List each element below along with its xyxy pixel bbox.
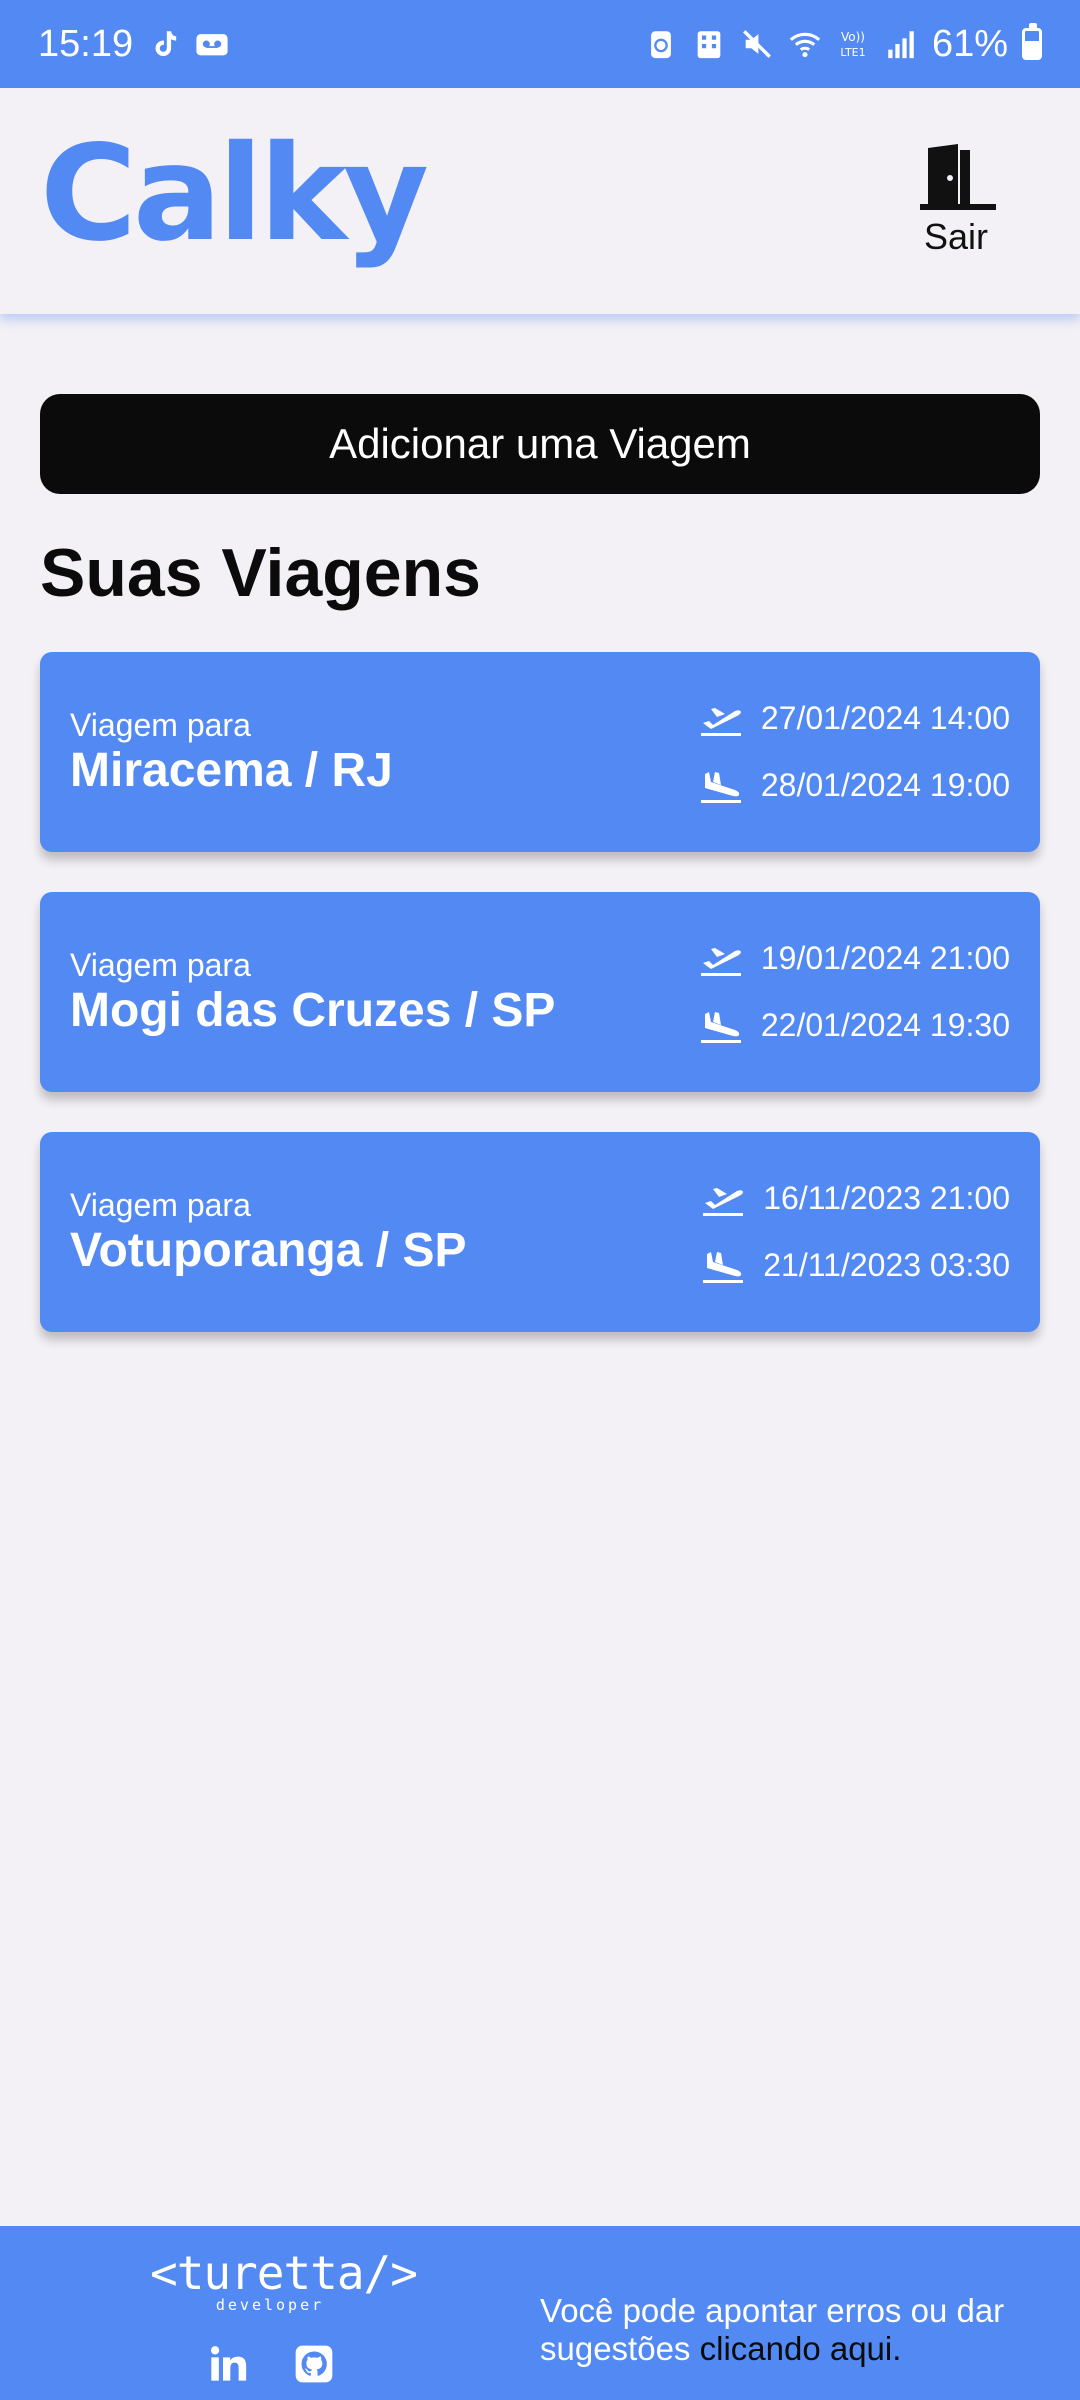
arrival-row: 28/01/2024 19:00 bbox=[699, 767, 1010, 804]
trip-card[interactable]: Viagem para Votuporanga / SP 16/11/2023 … bbox=[40, 1132, 1040, 1332]
departure-row: 16/11/2023 21:00 bbox=[701, 1180, 1010, 1217]
arrival-datetime: 21/11/2023 03:30 bbox=[763, 1247, 1010, 1283]
social-links bbox=[208, 2344, 334, 2384]
section-title: Suas Viagens bbox=[40, 535, 481, 611]
eco-icon bbox=[644, 27, 678, 61]
departure-row: 27/01/2024 14:00 bbox=[699, 700, 1010, 737]
departure-datetime: 16/11/2023 21:00 bbox=[763, 1180, 1010, 1216]
trip-destination: Votuporanga / SP bbox=[70, 1223, 467, 1277]
developer-brand: <turetta/> developer bbox=[150, 2246, 418, 2314]
wifi-icon bbox=[788, 27, 822, 61]
trip-info: Viagem para Mogi das Cruzes / SP bbox=[70, 892, 610, 1092]
plane-departure-icon bbox=[703, 1187, 744, 1216]
trip-card[interactable]: Viagem para Miracema / RJ 27/01/2024 14:… bbox=[40, 652, 1040, 852]
logout-button[interactable]: Sair bbox=[906, 144, 1006, 258]
battery-percent: 61% bbox=[931, 22, 1008, 65]
departure-datetime: 19/01/2024 21:00 bbox=[760, 940, 1010, 976]
signal-icon bbox=[884, 27, 918, 61]
logout-label: Sair bbox=[923, 216, 989, 257]
trip-info: Viagem para Miracema / RJ bbox=[70, 652, 610, 852]
plane-departure-icon bbox=[700, 707, 741, 736]
volte-icon: Vo)) LTE1 bbox=[836, 27, 870, 61]
trip-label: Viagem para bbox=[70, 946, 251, 983]
trip-dates: 16/11/2023 21:00 21/11/2023 03:30 bbox=[701, 1132, 1010, 1332]
app-header: Calky Sair bbox=[0, 88, 1080, 314]
plane-arrival-icon bbox=[700, 1011, 741, 1043]
arrival-datetime: 22/01/2024 19:30 bbox=[760, 1007, 1010, 1043]
svg-text:Vo)): Vo)) bbox=[841, 30, 865, 44]
arrival-datetime: 28/01/2024 19:00 bbox=[760, 767, 1010, 803]
github-icon[interactable] bbox=[294, 2344, 334, 2384]
status-bar-right: Vo)) LTE1 61% bbox=[644, 23, 1042, 66]
app-logo: Calky bbox=[40, 117, 429, 271]
battery-icon bbox=[1022, 23, 1042, 60]
mute-icon bbox=[740, 27, 774, 61]
plane-arrival-icon bbox=[700, 771, 741, 803]
tiktok-icon bbox=[147, 27, 181, 61]
arrival-row: 22/01/2024 19:30 bbox=[699, 1007, 1010, 1044]
departure-datetime: 27/01/2024 14:00 bbox=[760, 700, 1010, 736]
building-icon bbox=[692, 27, 726, 61]
trip-card[interactable]: Viagem para Mogi das Cruzes / SP 19/01/2… bbox=[40, 892, 1040, 1092]
trip-destination: Mogi das Cruzes / SP bbox=[70, 983, 556, 1037]
status-time: 15:19 bbox=[38, 22, 134, 65]
plane-arrival-icon bbox=[703, 1251, 744, 1283]
trip-dates: 27/01/2024 14:00 28/01/2024 19:00 bbox=[699, 652, 1010, 852]
svg-text:LTE1: LTE1 bbox=[840, 46, 865, 59]
feedback-link[interactable]: clicando aqui. bbox=[700, 2330, 902, 2367]
brand-name: <turetta/> bbox=[150, 2246, 418, 2300]
plane-departure-icon bbox=[700, 947, 741, 976]
door-icon bbox=[920, 144, 996, 210]
footer: <turetta/> developer Você pode apontar e… bbox=[0, 2226, 1080, 2400]
trip-dates: 19/01/2024 21:00 22/01/2024 19:30 bbox=[699, 892, 1010, 1092]
feedback-text: Você pode apontar erros ou dar sugestões… bbox=[540, 2292, 1060, 2369]
trip-label: Viagem para bbox=[70, 1186, 251, 1223]
trip-info: Viagem para Votuporanga / SP bbox=[70, 1132, 610, 1332]
voicemail-icon bbox=[195, 27, 229, 61]
add-trip-button[interactable]: Adicionar uma Viagem bbox=[40, 394, 1040, 494]
battery-level bbox=[1025, 41, 1039, 57]
status-bar-left: 15:19 bbox=[38, 23, 229, 66]
status-bar: 15:19 Vo)) LTE1 61% bbox=[0, 0, 1080, 88]
departure-row: 19/01/2024 21:00 bbox=[699, 940, 1010, 977]
trip-destination: Miracema / RJ bbox=[70, 743, 393, 797]
arrival-row: 21/11/2023 03:30 bbox=[701, 1247, 1010, 1284]
trip-label: Viagem para bbox=[70, 706, 251, 743]
linkedin-icon[interactable] bbox=[208, 2344, 248, 2384]
